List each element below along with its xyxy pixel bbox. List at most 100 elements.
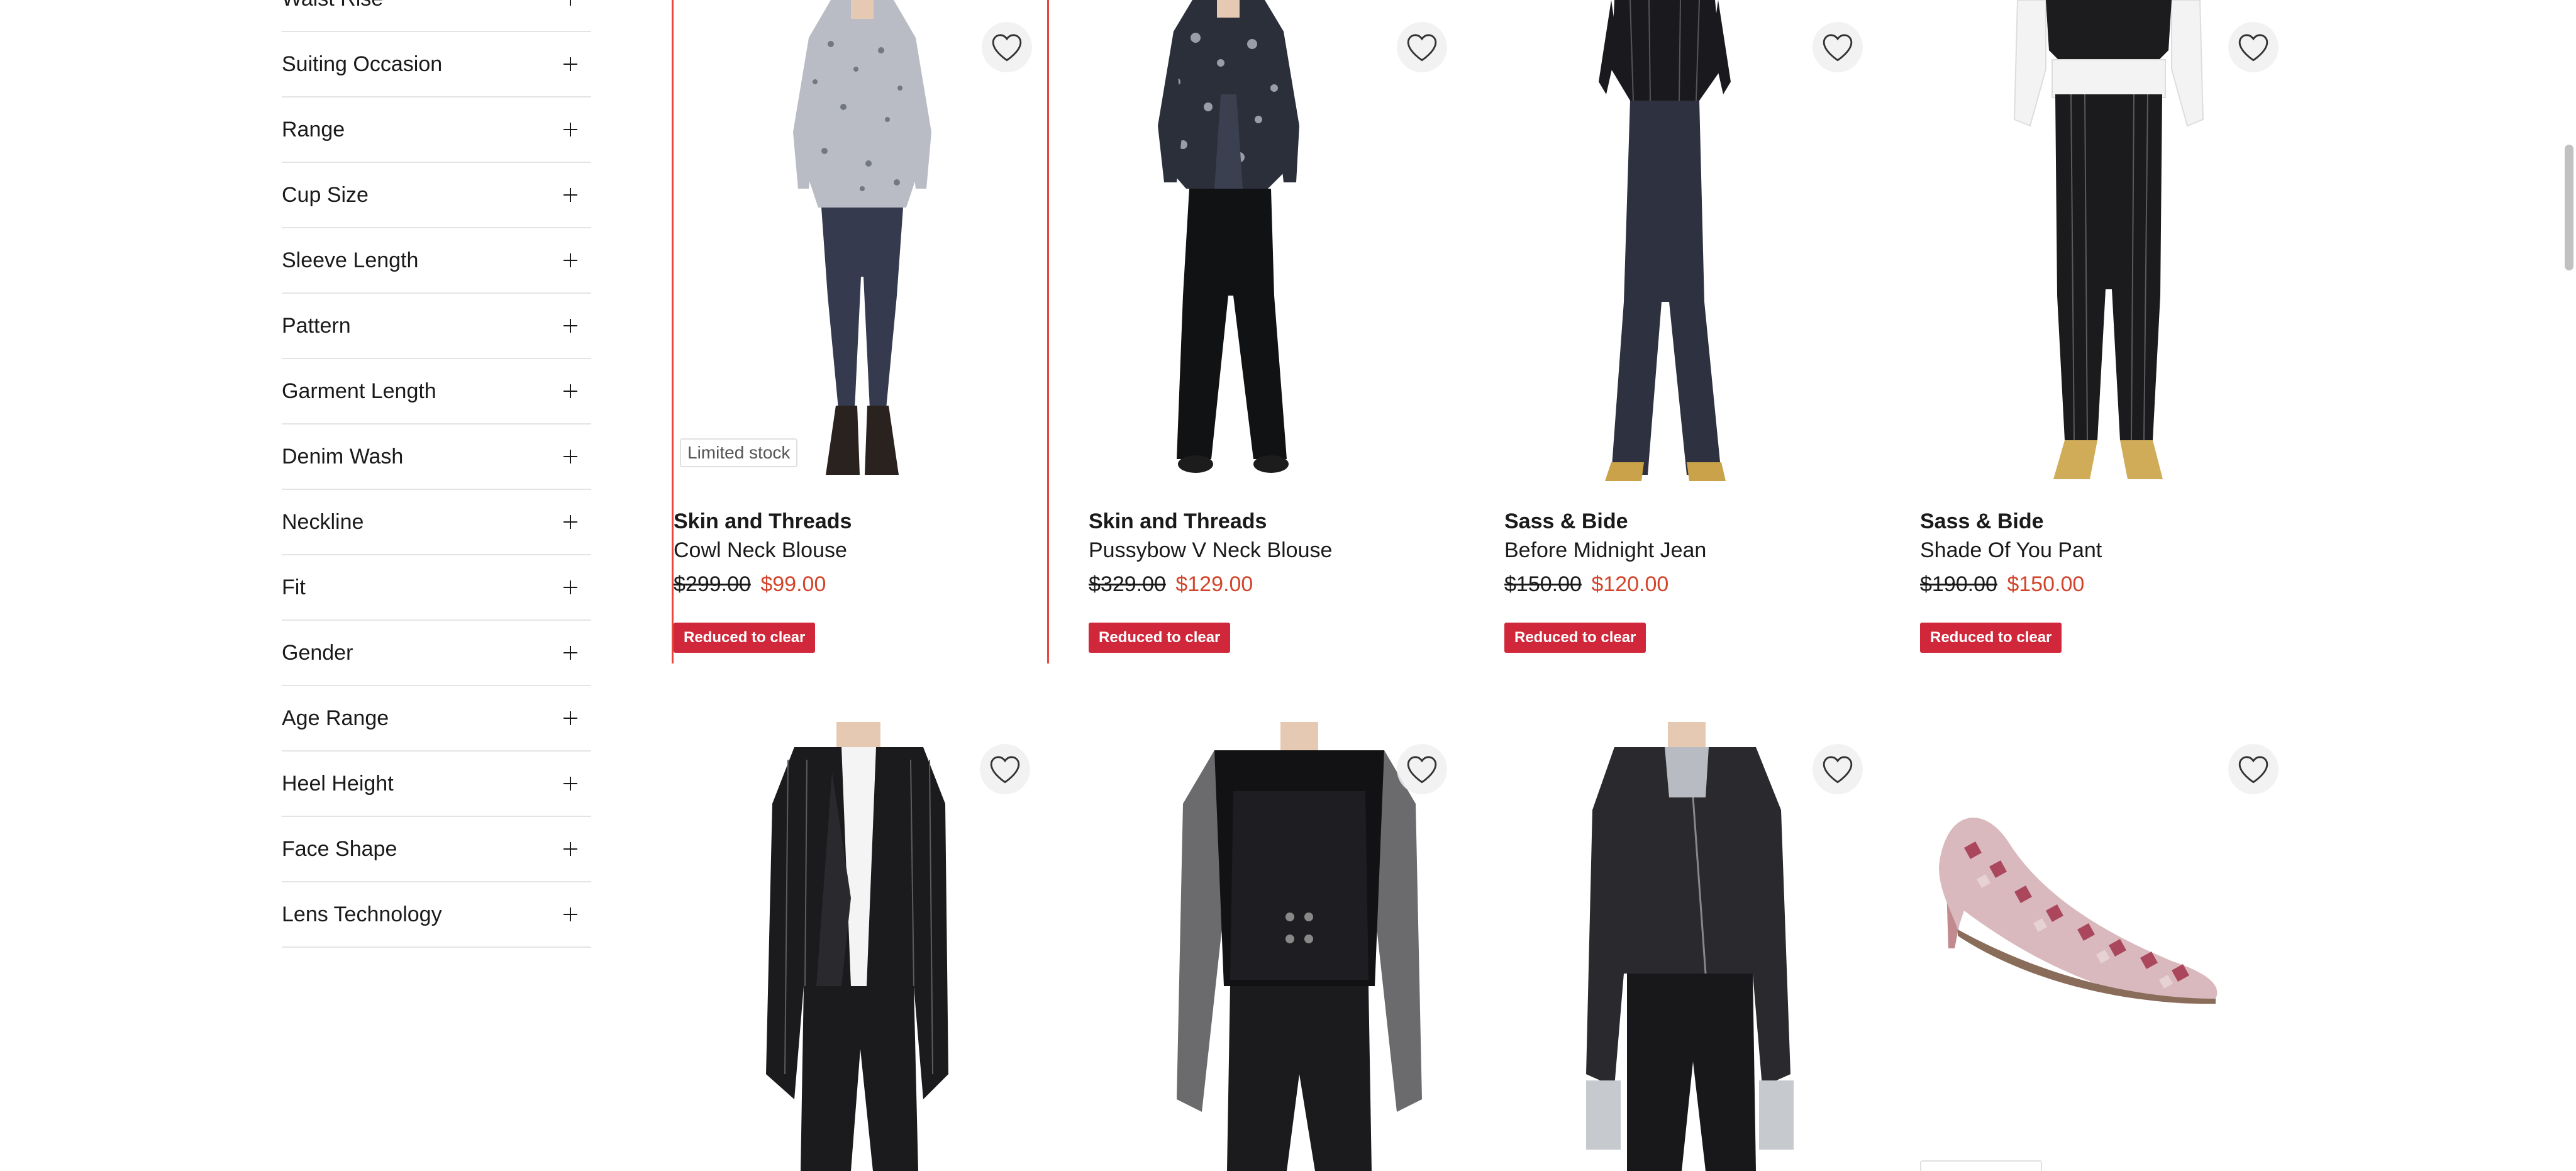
product-image[interactable]: Limited stock <box>674 0 1051 484</box>
product-brand: Skin and Threads <box>1089 509 1267 533</box>
product-card[interactable]: Sass & Bide Shade Of You Pant $190.00 $1… <box>1920 0 2297 663</box>
heart-outline-icon <box>1407 756 1437 784</box>
product-image[interactable] <box>1504 0 1882 484</box>
filter-label: Denim Wash <box>282 444 404 469</box>
sale-price: $129.00 <box>1175 572 1253 596</box>
wishlist-button[interactable] <box>1813 22 1863 72</box>
plus-icon <box>564 450 577 463</box>
filter-heel-height[interactable]: Heel Height <box>282 752 591 817</box>
sale-price: $150.00 <box>2007 572 2085 596</box>
filter-age-range[interactable]: Age Range <box>282 686 591 752</box>
product-brand: Sass & Bide <box>1504 509 1628 533</box>
wishlist-button[interactable] <box>1397 744 1447 794</box>
filter-label: Fit <box>282 575 306 599</box>
product-name[interactable]: Pussybow V Neck Blouse <box>1089 538 1332 563</box>
limited-stock-badge: Limited stock <box>680 438 798 467</box>
plus-icon <box>564 123 577 136</box>
product-card[interactable] <box>1504 722 1882 1171</box>
wishlist-button[interactable] <box>1813 744 1863 794</box>
product-name[interactable]: Shade Of You Pant <box>1920 538 2102 563</box>
plus-icon <box>564 384 577 398</box>
filter-lens-technology[interactable]: Lens Technology <box>282 882 591 948</box>
filter-denim-wash[interactable]: Denim Wash <box>282 425 591 490</box>
scrollbar-thumb[interactable] <box>2565 145 2573 270</box>
filter-gender[interactable]: Gender <box>282 621 591 686</box>
product-price: $150.00 $120.00 <box>1504 572 1668 597</box>
filter-label: Pattern <box>282 313 351 338</box>
heart-outline-icon <box>1407 34 1437 62</box>
filter-suiting-occasion[interactable]: Suiting Occasion <box>282 32 591 97</box>
filter-sleeve-length[interactable]: Sleeve Length <box>282 228 591 294</box>
product-name[interactable]: Cowl Neck Blouse <box>674 538 847 563</box>
product-image[interactable] <box>1920 722 2297 1171</box>
product-image[interactable] <box>1089 0 1466 484</box>
filter-fit[interactable]: Fit <box>282 555 591 621</box>
reduced-to-clear-badge: Reduced to clear <box>1920 623 2062 653</box>
plus-icon <box>564 0 577 6</box>
product-image[interactable] <box>1504 722 1882 1171</box>
heart-outline-icon <box>1823 756 1853 784</box>
sale-price: $99.00 <box>760 572 826 596</box>
heart-outline-icon <box>1823 34 1853 62</box>
plus-icon <box>564 646 577 660</box>
product-price: $299.00 $99.00 <box>674 572 826 597</box>
stock-badge <box>1920 1160 2042 1171</box>
plus-icon <box>564 580 577 594</box>
product-card[interactable] <box>1089 722 1466 1171</box>
original-price: $299.00 <box>674 572 751 596</box>
plus-icon <box>564 188 577 202</box>
product-brand: Sass & Bide <box>1920 509 2044 533</box>
filter-range[interactable]: Range <box>282 97 591 163</box>
page-scrollbar[interactable] <box>2560 0 2576 1171</box>
filter-waist-rise[interactable]: Waist Rise <box>282 0 591 32</box>
plus-icon <box>564 253 577 267</box>
plus-icon <box>564 907 577 921</box>
filter-label: Waist Rise <box>282 0 383 11</box>
filter-cup-size[interactable]: Cup Size <box>282 163 591 228</box>
filter-label: Suiting Occasion <box>282 52 443 76</box>
product-price: $190.00 $150.00 <box>1920 572 2084 597</box>
wishlist-button[interactable] <box>982 22 1032 72</box>
wishlist-button[interactable] <box>2228 744 2279 794</box>
product-name[interactable]: Before Midnight Jean <box>1504 538 1706 563</box>
product-card[interactable]: Limited stock Skin and Threads Cowl Neck… <box>672 0 1049 663</box>
product-brand: Skin and Threads <box>674 509 852 533</box>
plus-icon <box>564 711 577 725</box>
plus-icon <box>564 842 577 856</box>
reduced-to-clear-badge: Reduced to clear <box>1504 623 1646 653</box>
heart-outline-icon <box>992 34 1022 62</box>
product-listing-page: Waist Rise Suiting Occasion Range Cup Si… <box>0 0 2576 1171</box>
wishlist-button[interactable] <box>1397 22 1447 72</box>
original-price: $150.00 <box>1504 572 1582 596</box>
plus-icon <box>564 515 577 529</box>
wishlist-button[interactable] <box>2228 22 2279 72</box>
plus-icon <box>564 777 577 791</box>
original-price: $190.00 <box>1920 572 1997 596</box>
product-card[interactable] <box>672 722 1049 1171</box>
product-image[interactable] <box>1089 722 1466 1171</box>
plus-icon <box>564 57 577 71</box>
heart-outline-icon <box>2238 756 2268 784</box>
reduced-to-clear-badge: Reduced to clear <box>1089 623 1231 653</box>
product-card[interactable]: Sass & Bide Before Midnight Jean $150.00… <box>1504 0 1882 663</box>
filter-label: Neckline <box>282 509 364 534</box>
filter-pattern[interactable]: Pattern <box>282 294 591 359</box>
plus-icon <box>564 319 577 333</box>
filter-label: Sleeve Length <box>282 248 419 272</box>
product-price: $329.00 $129.00 <box>1089 572 1253 597</box>
filter-neckline[interactable]: Neckline <box>282 490 591 555</box>
product-card[interactable] <box>1920 722 2297 1171</box>
filter-label: Garment Length <box>282 379 436 403</box>
filter-face-shape[interactable]: Face Shape <box>282 817 591 882</box>
filter-label: Gender <box>282 640 353 665</box>
heart-outline-icon <box>990 756 1020 784</box>
filter-sidebar: Waist Rise Suiting Occasion Range Cup Si… <box>282 0 591 948</box>
product-image[interactable] <box>672 722 1049 1171</box>
filter-garment-length[interactable]: Garment Length <box>282 359 591 425</box>
wishlist-button[interactable] <box>980 744 1030 794</box>
product-image[interactable] <box>1920 0 2297 484</box>
filter-label: Lens Technology <box>282 902 442 926</box>
reduced-to-clear-badge: Reduced to clear <box>674 623 816 653</box>
product-card[interactable]: Skin and Threads Pussybow V Neck Blouse … <box>1089 0 1466 663</box>
sale-price: $120.00 <box>1591 572 1669 596</box>
